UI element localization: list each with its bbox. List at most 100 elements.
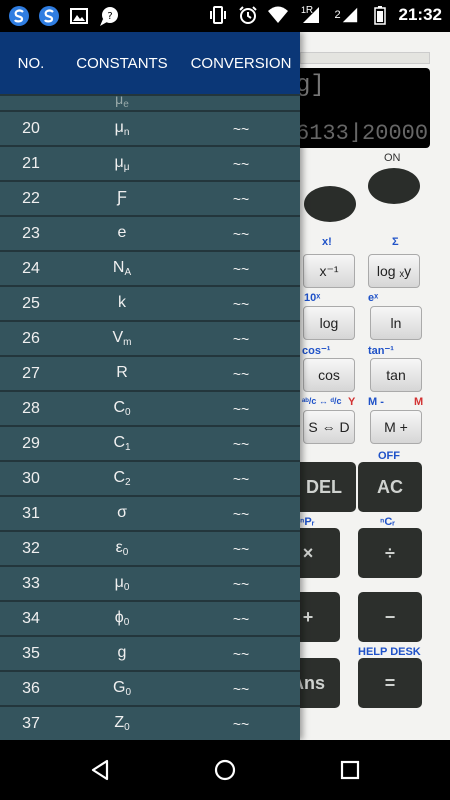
list-item[interactable]: 27 R ~~ (0, 355, 300, 390)
constant-number: 30 (22, 469, 40, 487)
constant-symbol-cell: Vm (62, 329, 182, 348)
constant-symbol: C (113, 434, 125, 451)
conversion-value[interactable]: ~~ (182, 716, 300, 732)
battery-icon (369, 4, 391, 26)
list-item[interactable]: 33 μ0 ~~ (0, 565, 300, 600)
constant-subscript: 0 (125, 687, 131, 698)
shift-key[interactable] (304, 186, 356, 222)
off-label: OFF (378, 450, 400, 462)
conversion-value[interactable]: ~~ (182, 296, 300, 312)
constant-subscript: 0 (125, 407, 131, 418)
help-desk-label: HELP DESK (358, 646, 421, 658)
constant-symbol: μ (114, 574, 124, 591)
vibrate-icon (207, 4, 229, 26)
constant-symbol: μ (114, 119, 124, 136)
list-item[interactable]: 22 Ƒ ~~ (0, 180, 300, 215)
x-factorial-label: x! (322, 236, 332, 248)
constant-subscript: 0 (123, 617, 130, 628)
ac-key[interactable]: AC (358, 462, 422, 512)
signal-roaming-label: R (305, 4, 314, 16)
list-item[interactable]: 21 μμ ~~ (0, 145, 300, 180)
ncr-label: ⁿCᵣ (380, 516, 396, 528)
constant-number: 20 (22, 119, 40, 137)
constant-symbol-cell: C2 (62, 469, 182, 488)
conversion-value[interactable]: ~~ (182, 506, 300, 522)
conversion-value[interactable]: ~~ (182, 646, 300, 662)
constant-symbol: k (118, 294, 126, 311)
conversion-value[interactable]: ~~ (182, 576, 300, 592)
s-d-key[interactable]: S ⇔ D (303, 410, 355, 444)
list-item[interactable]: 31 σ ~~ (0, 495, 300, 530)
constant-symbol: ε (115, 539, 123, 556)
list-item[interactable]: 24 NA ~~ (0, 250, 300, 285)
constant-symbol: G (112, 679, 126, 696)
list-item[interactable]: 23 e ~~ (0, 215, 300, 250)
list-item[interactable]: 26 Vm ~~ (0, 320, 300, 355)
back-icon[interactable] (86, 756, 114, 784)
app-s-icon (8, 5, 30, 27)
constant-number: 34 (22, 609, 40, 627)
m-minus-label: M - (368, 396, 384, 408)
conversion-value[interactable]: ~~ (182, 401, 300, 417)
list-item[interactable]: 20 μn ~~ (0, 110, 300, 145)
constant-symbol: Ƒ (117, 189, 127, 206)
log-key[interactable]: log (303, 306, 355, 340)
constant-number: 22 (22, 189, 40, 207)
constants-list[interactable]: μe 20 μn ~~ 21 μμ ~~ 22 Ƒ ~~ 23 e ~~ 24 NA ~~ 25 k ~~ 26 Vm ~… (0, 94, 300, 740)
m-plus-key[interactable]: M + (370, 410, 422, 444)
recents-icon[interactable] (336, 756, 364, 784)
list-item[interactable]: 34 ϕ0 ~~ (0, 600, 300, 635)
divide-key[interactable]: ÷ (358, 528, 422, 578)
notification-icons: ? (8, 5, 120, 27)
del-key[interactable]: DEL (292, 462, 356, 512)
constant-number: 23 (22, 224, 40, 242)
list-item[interactable]: 30 C2 ~~ (0, 460, 300, 495)
m-label: M (414, 396, 424, 408)
constant-subscript: μ (123, 162, 130, 173)
list-item[interactable]: 29 C1 ~~ (0, 425, 300, 460)
constant-symbol: C (113, 399, 125, 416)
list-item[interactable]: 25 k ~~ (0, 285, 300, 320)
conversion-value[interactable]: ~~ (182, 226, 300, 242)
constant-symbol: e (117, 224, 127, 241)
conversion-value[interactable]: ~~ (182, 436, 300, 452)
conversion-value[interactable]: ~~ (182, 471, 300, 487)
list-item[interactable]: 37 Z0 ~~ (0, 705, 300, 740)
conversion-value[interactable]: ~~ (182, 541, 300, 557)
conversion-value[interactable]: ~~ (182, 156, 300, 172)
conversion-value[interactable]: ~~ (182, 331, 300, 347)
constant-subscript: 1 (125, 442, 131, 453)
cos-key[interactable]: cos (303, 358, 355, 392)
ten-power-label: 10ˣ (304, 292, 321, 304)
conversion-value[interactable]: ~~ (182, 366, 300, 382)
tan-key[interactable]: tan (370, 358, 422, 392)
equals-key[interactable]: = (358, 658, 422, 708)
conversion-value[interactable]: ~~ (182, 611, 300, 627)
log-xy-key[interactable]: log ₓy (368, 254, 420, 288)
constant-symbol: σ (117, 504, 127, 521)
solar-panel (300, 52, 430, 64)
on-label: ON (384, 152, 401, 164)
minus-key[interactable]: − (358, 592, 422, 642)
sum-label: Σ (392, 236, 399, 248)
constant-number: 36 (22, 679, 40, 697)
list-item[interactable]: 36 G0 ~~ (0, 670, 300, 705)
fraction-label: ᵃᵇ/c ↔ ᵈ/c (302, 396, 342, 406)
ln-key[interactable]: ln (370, 306, 422, 340)
list-item[interactable]: 32 ε0 ~~ (0, 530, 300, 565)
list-item-partial[interactable]: μe (0, 94, 300, 110)
constant-symbol-cell: μe (62, 96, 182, 110)
list-item[interactable]: 35 g ~~ (0, 635, 300, 670)
list-item[interactable]: 28 C0 ~~ (0, 390, 300, 425)
constant-symbol: g (117, 644, 127, 661)
conversion-value[interactable]: ~~ (182, 261, 300, 277)
clock: 21:32 (398, 5, 442, 24)
wifi-icon (267, 4, 289, 26)
home-icon[interactable] (211, 756, 239, 784)
conversion-value[interactable]: ~~ (182, 121, 300, 137)
on-key[interactable] (368, 168, 420, 204)
conversion-value[interactable]: ~~ (182, 191, 300, 207)
conversion-value[interactable]: ~~ (182, 681, 300, 697)
constant-symbol-cell: R (62, 364, 182, 383)
x-inverse-key[interactable]: x⁻¹ (303, 254, 355, 288)
